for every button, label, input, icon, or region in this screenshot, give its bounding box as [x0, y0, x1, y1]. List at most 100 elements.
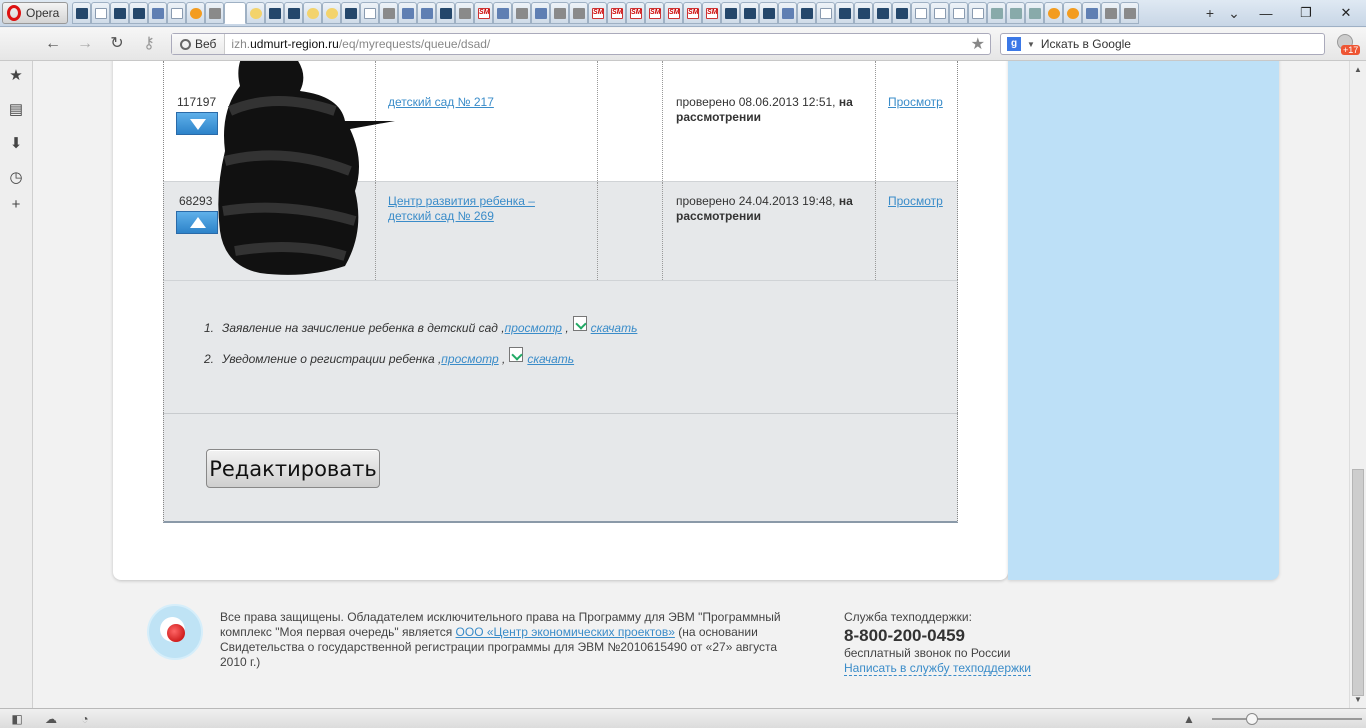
download-doc-icon[interactable] [572, 316, 587, 331]
tab[interactable] [303, 2, 322, 24]
close-window-button[interactable]: ✕ [1326, 2, 1366, 24]
document-download-link[interactable]: скачать [527, 352, 574, 366]
history-clock-icon[interactable]: ◷ [8, 170, 24, 186]
view-link[interactable]: Просмотр [888, 194, 943, 208]
scrollbar-thumb[interactable] [1352, 469, 1364, 696]
bookmarks-star-icon[interactable]: ★ [8, 68, 24, 84]
downloads-icon[interactable]: ⬇ [8, 136, 24, 152]
key-icon[interactable]: ⚷ [138, 34, 160, 54]
tab[interactable] [759, 2, 778, 24]
tab[interactable] [129, 2, 148, 24]
tab[interactable] [664, 2, 683, 24]
url-text[interactable]: izh.udmurt-region.ru/eq/myrequests/queue… [225, 37, 490, 51]
tab[interactable] [360, 2, 379, 24]
move-down-button[interactable] [176, 112, 218, 135]
tab[interactable] [455, 2, 474, 24]
bookmark-star-icon[interactable]: ★ [971, 34, 985, 54]
tab[interactable] [740, 2, 759, 24]
tab[interactable] [322, 2, 341, 24]
document-view-link[interactable]: просмотр [441, 352, 498, 366]
tab[interactable] [72, 2, 91, 24]
tab[interactable] [436, 2, 455, 24]
tab[interactable] [797, 2, 816, 24]
tab[interactable] [949, 2, 968, 24]
tab[interactable] [148, 2, 167, 24]
cloud-icon[interactable]: ☁ [44, 712, 58, 726]
opera-menu-button[interactable]: Opera [2, 2, 68, 24]
security-badge[interactable]: Веб [172, 34, 226, 54]
tab[interactable] [626, 2, 645, 24]
tab[interactable] [873, 2, 892, 24]
notes-icon[interactable]: ▤ [8, 102, 24, 118]
tab[interactable] [854, 2, 873, 24]
zoom-up-icon[interactable]: ▲ [1182, 712, 1196, 726]
support-link[interactable]: Написать в службу техподдержки [844, 661, 1031, 676]
tab-menu-icon[interactable]: ⌄ [1222, 2, 1246, 24]
document-view-link[interactable]: просмотр [505, 321, 562, 335]
tab[interactable] [987, 2, 1006, 24]
document-download-link[interactable]: скачать [591, 321, 638, 335]
google-icon[interactable]: g [1007, 37, 1021, 51]
tab[interactable] [702, 2, 721, 24]
tab[interactable] [1120, 2, 1139, 24]
tab[interactable] [205, 2, 224, 24]
tab[interactable] [1101, 2, 1120, 24]
minimize-button[interactable]: — [1246, 2, 1286, 24]
tab[interactable] [265, 2, 284, 24]
tab[interactable] [512, 2, 531, 24]
tab[interactable] [474, 2, 493, 24]
company-link[interactable]: ООО «Центр экономических проектов» [456, 625, 675, 639]
tab[interactable] [721, 2, 740, 24]
tab[interactable] [1025, 2, 1044, 24]
tab[interactable] [284, 2, 303, 24]
tab[interactable] [167, 2, 186, 24]
chevron-down-icon[interactable]: ▼ [1027, 40, 1035, 49]
tab[interactable] [91, 2, 110, 24]
tab[interactable] [379, 2, 398, 24]
kindergarten-link[interactable]: Центр развития ребенка – детский сад № 2… [388, 194, 548, 224]
tab[interactable] [911, 2, 930, 24]
edit-button[interactable]: Редактировать [206, 449, 380, 488]
tab[interactable] [341, 2, 360, 24]
tab[interactable] [607, 2, 626, 24]
tab[interactable] [816, 2, 835, 24]
search-field[interactable]: g ▼ Искать в Google [1000, 33, 1325, 55]
add-panel-icon[interactable]: + [8, 197, 24, 213]
view-link[interactable]: Просмотр [888, 95, 943, 109]
new-tab-icon[interactable]: + [1198, 2, 1222, 24]
scroll-up-icon[interactable]: ▲ [1354, 65, 1362, 74]
tab[interactable] [110, 2, 129, 24]
tab[interactable] [778, 2, 797, 24]
reload-icon[interactable]: ↻ [106, 34, 128, 54]
zoom-slider-handle[interactable] [1246, 713, 1258, 725]
tab[interactable] [569, 2, 588, 24]
tab[interactable] [588, 2, 607, 24]
speed-dial-icon[interactable]: ◔ [78, 712, 92, 726]
vertical-scrollbar[interactable]: ▲ ▼ [1349, 61, 1366, 708]
tab[interactable] [1082, 2, 1101, 24]
tab[interactable] [683, 2, 702, 24]
tab[interactable] [1044, 2, 1063, 24]
forward-arrow-icon[interactable]: → [74, 34, 96, 54]
maximize-button[interactable]: ❐ [1286, 2, 1326, 24]
tab[interactable] [186, 2, 205, 24]
tab[interactable] [930, 2, 949, 24]
tab[interactable] [398, 2, 417, 24]
tab[interactable] [246, 2, 265, 24]
address-bar[interactable]: Веб izh.udmurt-region.ru/eq/myrequests/q… [171, 33, 991, 55]
panel-toggle-icon[interactable]: ◧ [10, 712, 24, 726]
tab[interactable] [550, 2, 569, 24]
tab[interactable] [968, 2, 987, 24]
tab[interactable] [1006, 2, 1025, 24]
tab[interactable] [892, 2, 911, 24]
tab[interactable] [417, 2, 436, 24]
download-doc-icon[interactable] [509, 347, 524, 362]
zoom-slider[interactable] [1212, 718, 1362, 720]
scroll-down-icon[interactable]: ▼ [1354, 695, 1362, 704]
tab[interactable] [531, 2, 550, 24]
tab[interactable] [835, 2, 854, 24]
tab[interactable] [493, 2, 512, 24]
tab[interactable] [645, 2, 664, 24]
tab-active[interactable] [224, 2, 246, 24]
tab[interactable] [1063, 2, 1082, 24]
